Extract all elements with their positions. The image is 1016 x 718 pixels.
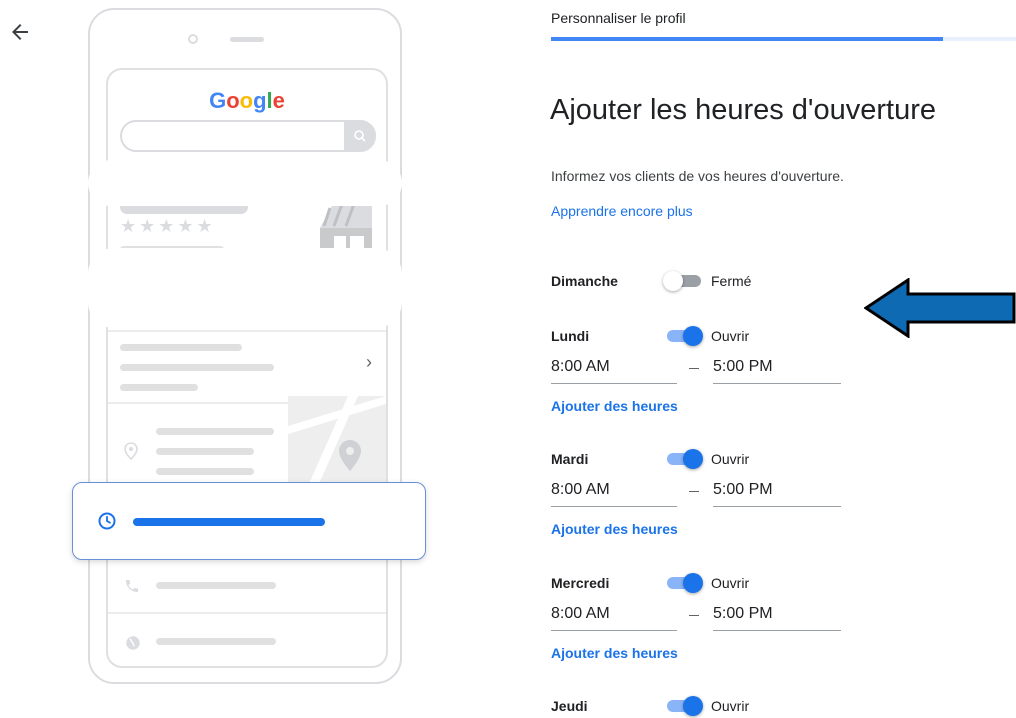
phone-screen: Google ★★★★★ › <box>106 68 388 668</box>
page-title: Ajouter les heures d'ouverture <box>550 94 936 126</box>
back-button[interactable] <box>8 20 32 44</box>
step-label: Personnaliser le profil <box>551 10 686 26</box>
placeholder-line <box>120 364 274 371</box>
day-toggle[interactable] <box>663 271 703 291</box>
rating-stars: ★★★★★ <box>120 216 216 236</box>
progress-bar <box>551 37 1016 41</box>
illustration-searchbar <box>120 120 376 152</box>
placeholder-line <box>120 384 198 391</box>
add-hours-link[interactable]: Ajouter des heures <box>551 398 678 414</box>
arrow-left-icon <box>12 24 28 40</box>
day-name: Mardi <box>551 451 589 467</box>
day-state-label: Ouvrir <box>711 328 750 344</box>
open-time-field[interactable]: 8:00 AM <box>551 605 677 631</box>
progress-fill <box>551 37 944 41</box>
divider <box>108 330 386 332</box>
divider <box>108 612 386 614</box>
time-separator <box>689 368 699 369</box>
phone-side-button <box>88 160 402 206</box>
placeholder-line <box>156 468 254 475</box>
location-pin-icon <box>124 442 138 460</box>
page-subtitle: Informez vos clients de vos heures d'ouv… <box>551 168 844 184</box>
phone-side-button <box>88 248 402 328</box>
placeholder-line <box>156 428 274 435</box>
phone-camera <box>188 34 198 44</box>
time-separator <box>689 615 699 616</box>
day-state-label: Ouvrir <box>711 575 750 591</box>
close-time-field[interactable]: 5:00 PM <box>713 481 841 507</box>
day-toggle[interactable] <box>663 449 703 469</box>
day-name: Lundi <box>551 328 590 344</box>
close-time-field[interactable]: 5:00 PM <box>713 605 841 631</box>
clock-icon <box>98 512 116 530</box>
time-separator <box>689 491 699 492</box>
placeholder-line <box>156 582 276 589</box>
add-hours-link[interactable]: Ajouter des heures <box>551 521 678 537</box>
day-name: Jeudi <box>551 698 588 714</box>
phone-speaker <box>230 37 264 42</box>
day-name: Dimanche <box>551 273 618 289</box>
day-state-label: Ouvrir <box>711 698 750 714</box>
hours-highlight-card <box>72 482 426 560</box>
day-state-label: Fermé <box>711 273 752 289</box>
phone-illustration: Google ★★★★★ › <box>88 8 402 684</box>
globe-icon <box>126 636 140 650</box>
chevron-right-icon: › <box>366 352 372 372</box>
learn-more-link[interactable]: Apprendre encore plus <box>551 203 693 219</box>
day-toggle[interactable] <box>663 696 703 716</box>
hours-placeholder-bar <box>133 518 325 526</box>
day-state-label: Ouvrir <box>711 451 750 467</box>
google-logo: Google <box>209 88 285 113</box>
placeholder-line <box>156 448 254 455</box>
phone-icon <box>126 580 138 592</box>
search-icon <box>344 120 376 152</box>
add-hours-link[interactable]: Ajouter des heures <box>551 645 678 661</box>
close-time-field[interactable]: 5:00 PM <box>713 358 841 384</box>
placeholder-line <box>120 344 242 351</box>
day-name: Mercredi <box>551 575 610 591</box>
arrow-left-annotation-icon <box>864 278 1016 338</box>
day-toggle[interactable] <box>663 326 703 346</box>
placeholder-line <box>156 638 276 645</box>
open-time-field[interactable]: 8:00 AM <box>551 481 677 507</box>
open-time-field[interactable]: 8:00 AM <box>551 358 677 384</box>
map-thumbnail <box>288 396 386 486</box>
day-toggle[interactable] <box>663 573 703 593</box>
